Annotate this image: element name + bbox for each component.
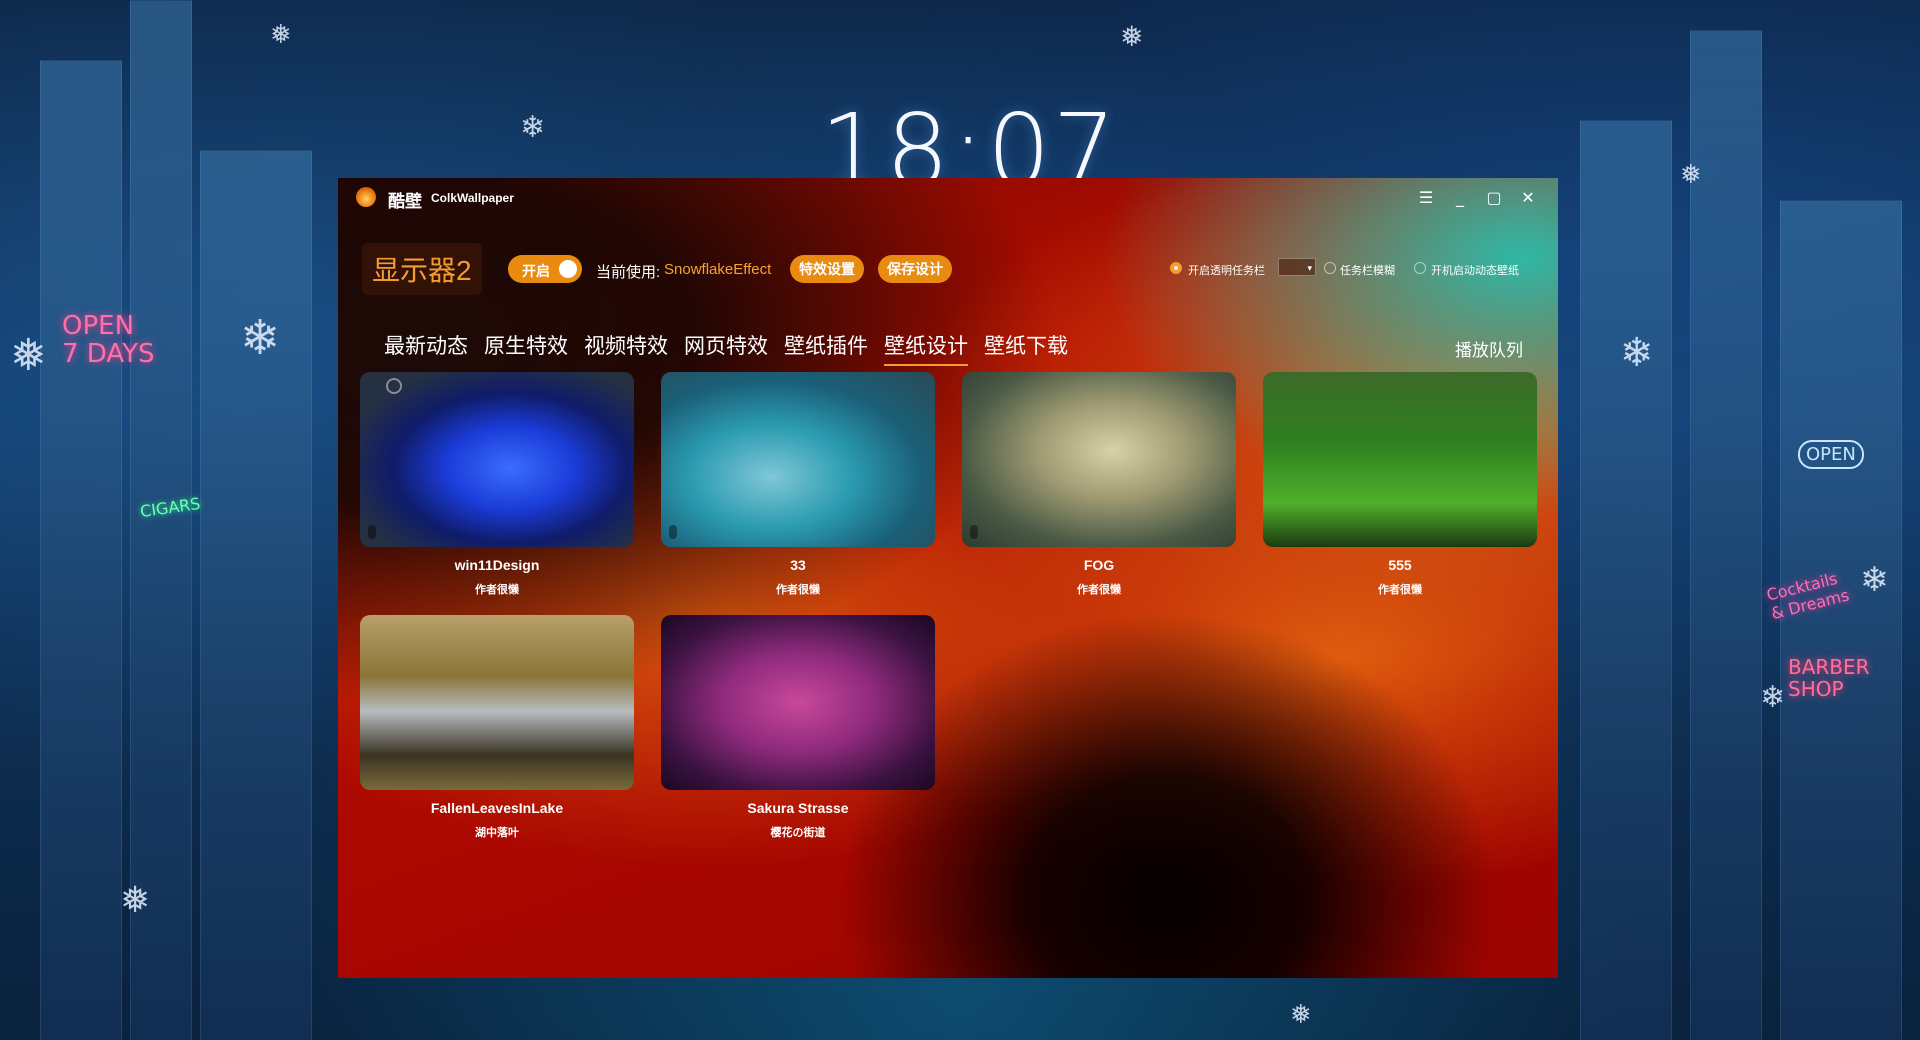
toggle-label: 开启 — [522, 263, 550, 279]
wallpaper-author: 樱花の街道 — [770, 827, 826, 839]
maximize-icon[interactable]: ▢ — [1481, 186, 1507, 210]
neon-sign-open-right: OPEN — [1798, 440, 1864, 469]
wallpaper-thumbnail[interactable] — [360, 372, 634, 547]
snowflake-icon: ❄ — [520, 110, 546, 145]
wallpaper-card[interactable]: win11Design 作者很懒 — [360, 372, 634, 597]
current-effect-value: SnowflakeEffect — [664, 261, 772, 278]
taskbar-mode-select[interactable]: ▾ — [1278, 258, 1316, 276]
wallpaper-title: win11Design — [454, 557, 540, 573]
play-queue-link[interactable]: 播放队列 — [1455, 336, 1523, 361]
building — [1780, 200, 1902, 1040]
badge-icon — [970, 525, 978, 539]
tab-wallpaper-design[interactable]: 壁纸设计 — [884, 330, 968, 366]
save-design-button[interactable]: 保存设计 — [878, 255, 952, 283]
tab-wallpaper-download[interactable]: 壁纸下载 — [984, 330, 1068, 364]
current-effect-label: 当前使用: — [596, 264, 661, 281]
wallpaper-thumbnail[interactable] — [661, 615, 935, 790]
snowflake-icon: ❄ — [1860, 560, 1889, 600]
wallpaper-title: 555 — [1388, 557, 1412, 573]
tab-latest[interactable]: 最新动态 — [384, 330, 468, 364]
minimize-icon[interactable]: _ — [1447, 186, 1473, 210]
snowflake-icon: ❅ — [10, 330, 47, 381]
wallpaper-author: 作者很懒 — [475, 584, 519, 596]
wallpaper-author: 作者很懒 — [1077, 584, 1121, 596]
app-window: 酷壁 ColkWallpaper ☰ _ ▢ ✕ 显示器2 开启 当前使用: S… — [338, 178, 1558, 978]
app-name-en: ColkWallpaper — [431, 191, 514, 205]
wallpaper-card[interactable]: 33 作者很懒 — [661, 372, 935, 597]
building — [200, 150, 312, 1040]
wallpaper-author: 作者很懒 — [1378, 584, 1422, 596]
wallpaper-thumbnail[interactable] — [360, 615, 634, 790]
snowflake-icon: ❄ — [1620, 330, 1654, 376]
wallpaper-title: 33 — [790, 557, 806, 573]
menu-icon[interactable]: ☰ — [1413, 186, 1439, 210]
monitor-label[interactable]: 显示器2 — [362, 243, 482, 295]
autostart-label: 开机启动动态壁纸 — [1431, 265, 1519, 277]
wallpaper-card[interactable]: FallenLeavesInLake 湖中落叶 — [360, 615, 634, 840]
wallpaper-title: FallenLeavesInLake — [430, 800, 564, 816]
close-icon[interactable]: ✕ — [1515, 186, 1541, 210]
snowflake-icon: ❅ — [1120, 20, 1144, 53]
tab-wallpaper-plugins[interactable]: 壁纸插件 — [784, 330, 868, 364]
toggle-knob — [559, 260, 577, 278]
app-name-cn: 酷壁 — [388, 192, 422, 211]
wallpaper-card[interactable]: 555 作者很懒 — [1263, 372, 1537, 597]
wallpaper-author: 作者很懒 — [776, 584, 820, 596]
wallpaper-title: Sakura Strasse — [747, 800, 849, 816]
snowflake-icon: ❅ — [120, 880, 151, 921]
snowflake-icon: ❄ — [240, 310, 281, 366]
tab-web-effects[interactable]: 网页特效 — [684, 330, 768, 364]
snowflake-icon: ❄ — [1760, 680, 1786, 715]
wallpaper-card[interactable]: Sakura Strasse 樱花の街道 — [661, 615, 935, 840]
building — [40, 60, 122, 1040]
tab-native-effects[interactable]: 原生特效 — [484, 330, 568, 364]
transparent-taskbar-radio[interactable] — [1170, 262, 1182, 274]
effect-settings-button[interactable]: 特效设置 — [790, 255, 864, 283]
search-icon — [386, 378, 402, 394]
taskbar-blur-radio[interactable] — [1324, 262, 1336, 274]
wallpaper-thumbnail[interactable] — [661, 372, 935, 547]
wallpaper-card[interactable]: FOG 作者很懒 — [962, 372, 1236, 597]
neon-sign-barber: BARBER SHOP — [1788, 655, 1870, 701]
snowflake-icon: ❅ — [1680, 160, 1702, 190]
wallpaper-thumbnail[interactable] — [1263, 372, 1537, 547]
badge-icon — [669, 525, 677, 539]
taskbar-blur-label: 任务栏模糊 — [1340, 265, 1395, 277]
autostart-radio[interactable] — [1414, 262, 1426, 274]
badge-icon — [368, 525, 376, 539]
snowflake-icon: ❅ — [270, 20, 292, 50]
wallpaper-author: 湖中落叶 — [475, 827, 519, 839]
snowflake-icon: ❅ — [1290, 1000, 1312, 1030]
neon-sign-open: OPEN 7 DAYS — [62, 311, 155, 369]
building — [1580, 120, 1672, 1040]
transparent-taskbar-label: 开启透明任务栏 — [1188, 265, 1265, 277]
tab-video-effects[interactable]: 视频特效 — [584, 330, 668, 364]
wallpaper-thumbnail[interactable] — [962, 372, 1236, 547]
wallpaper-title: FOG — [1083, 557, 1115, 573]
title-bar[interactable]: 酷壁 ColkWallpaper ☰ _ ▢ ✕ — [338, 178, 1558, 218]
enable-toggle[interactable]: 开启 — [508, 255, 582, 283]
app-logo-icon — [356, 187, 376, 207]
